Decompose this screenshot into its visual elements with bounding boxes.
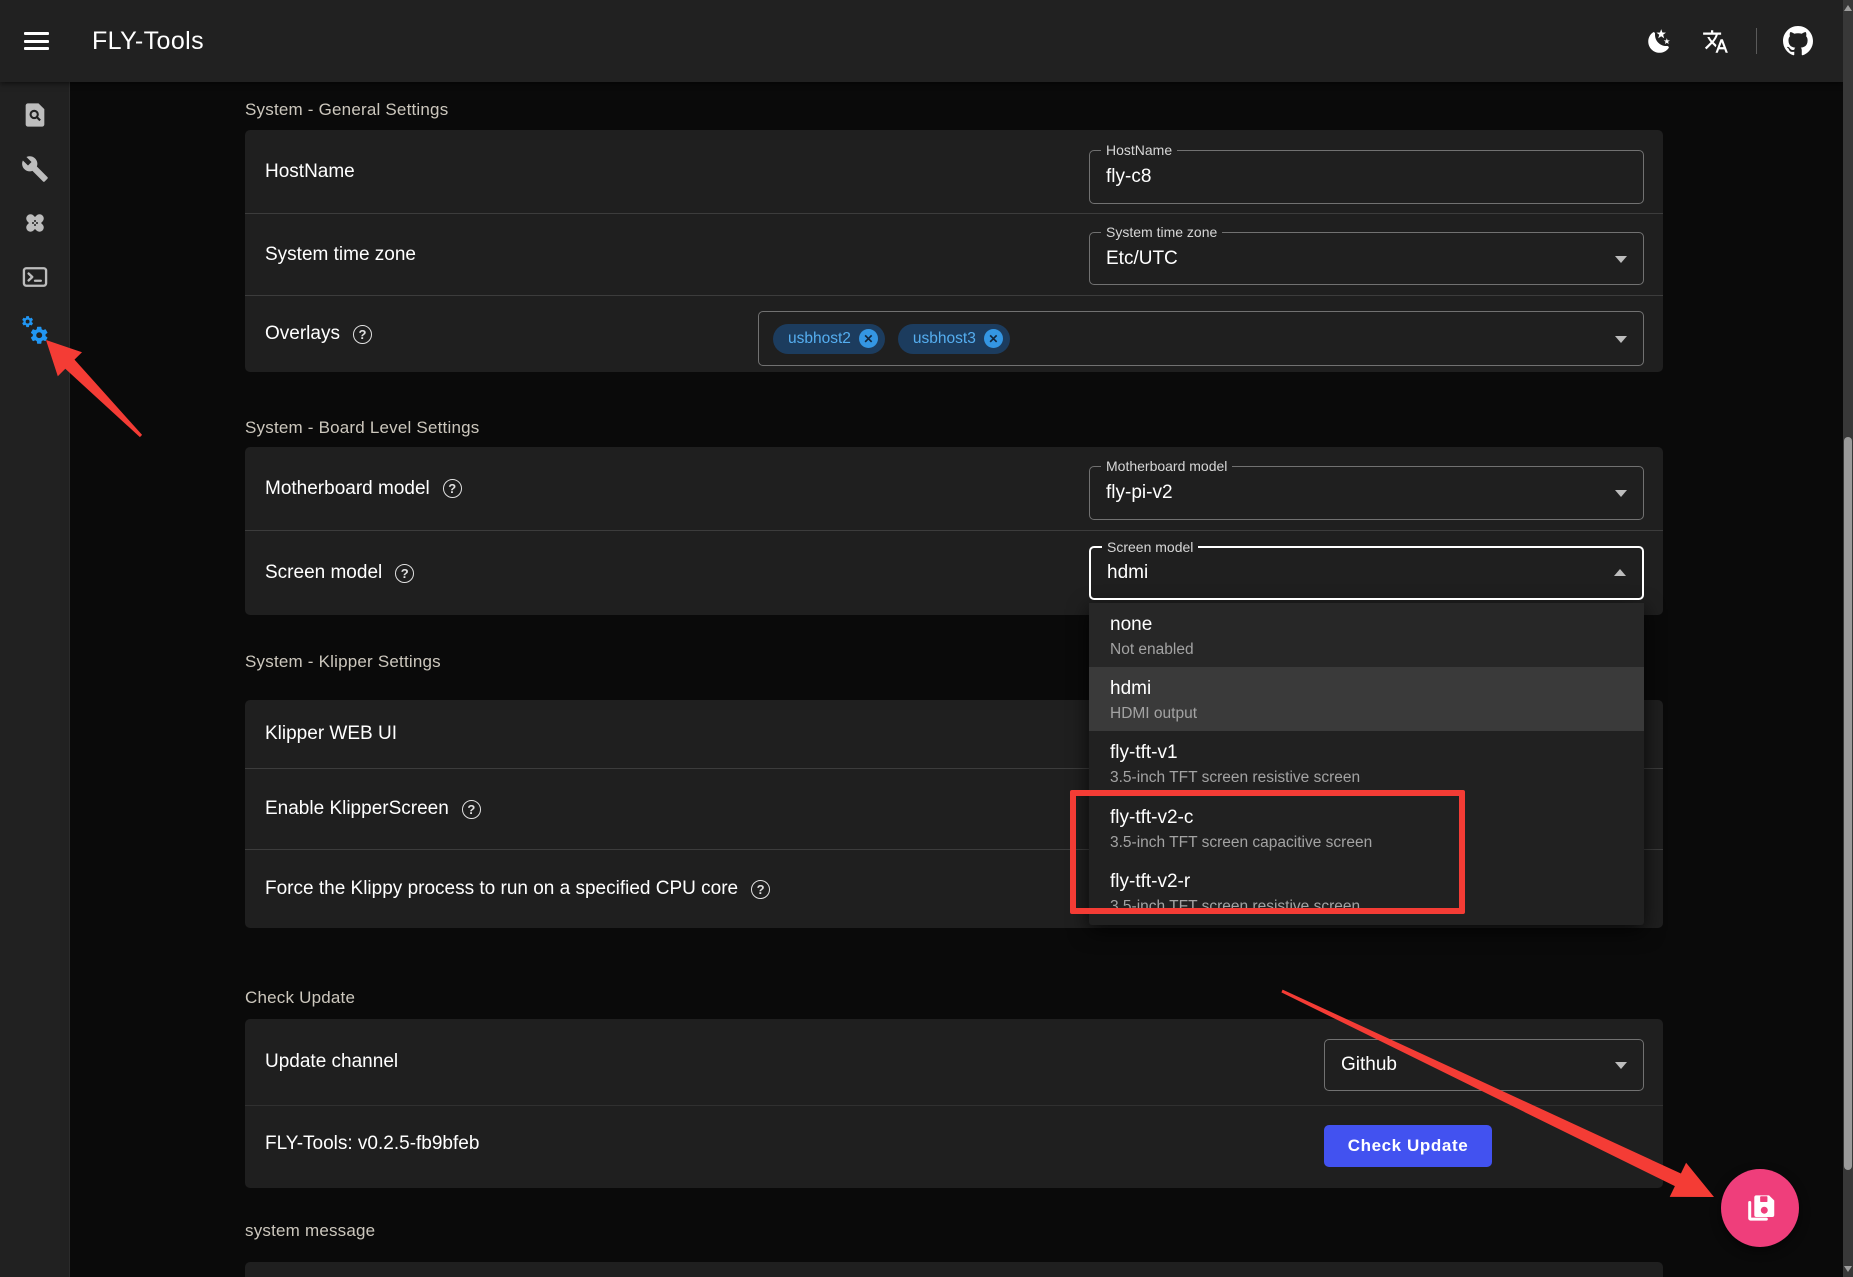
option-hdmi-selected[interactable]: hdmi HDMI output [1089,667,1644,731]
section-heading-system-message: system message [245,1221,375,1241]
motherboard-help-icon[interactable] [443,479,462,498]
translate-icon[interactable] [1700,26,1730,56]
screen-help-icon[interactable] [395,564,414,583]
menu-icon[interactable] [24,32,49,50]
overlays-help-icon[interactable] [353,325,372,344]
save-all-icon [1741,1189,1779,1227]
section-heading-general: System - General Settings [245,100,448,120]
app-bar: FLY-Tools [0,0,1843,82]
chip-close-icon[interactable] [984,329,1003,348]
section-heading-board: System - Board Level Settings [245,418,479,438]
screen-field-label: Screen model [1102,539,1198,556]
motherboard-value: fly-pi-v2 [1106,482,1173,504]
chevron-down-icon [1615,256,1627,263]
motherboard-field-label: Motherboard model [1101,458,1232,475]
update-channel-select[interactable]: Github [1324,1039,1644,1091]
dark-mode-moon-icon[interactable] [1644,26,1674,56]
fly-tools-settings-page: FLY-Tools [0,0,1853,1277]
update-channel-value: Github [1341,1054,1397,1076]
chip-close-icon[interactable] [859,329,878,348]
section-heading-klipper: System - Klipper Settings [245,652,441,672]
sidebar-item-patches[interactable] [0,196,70,250]
app-title: FLY-Tools [92,27,204,56]
row-divider [245,1105,1663,1106]
sidebar-nav [0,82,70,1277]
timezone-row-label: System time zone [265,244,416,266]
option-fly-tft-v1[interactable]: fly-tft-v1 3.5-inch TFT screen resistive… [1089,731,1644,796]
overlay-chip[interactable]: usbhost2 [773,324,885,354]
chevron-down-icon [1615,1062,1627,1069]
motherboard-row-label: Motherboard model [265,478,462,500]
klipperscreen-row-label: Enable KlipperScreen [265,798,481,820]
scrollbar-thumb[interactable] [1844,437,1852,1170]
hostname-row-label: HostName [265,161,355,183]
screen-row-label: Screen model [265,562,414,584]
section-heading-update: Check Update [245,988,355,1008]
sidebar-item-file-search[interactable] [0,88,70,142]
motherboard-select[interactable]: Motherboard model fly-pi-v2 [1089,466,1644,520]
scrollbar-up-arrow[interactable] [1844,5,1852,11]
screen-model-dropdown-menu: none Not enabled hdmi HDMI output fly-tf… [1089,603,1644,925]
hostname-field-label: HostName [1101,142,1177,159]
timezone-field-label: System time zone [1101,224,1222,241]
overlays-chips-input[interactable]: usbhost2 usbhost3 [758,311,1644,366]
chevron-up-icon [1614,569,1626,576]
card-system-message [245,1262,1663,1277]
option-none[interactable]: none Not enabled [1089,603,1644,667]
check-update-button[interactable]: Check Update [1324,1125,1492,1167]
overlays-row-label: Overlays [265,323,372,345]
overlay-chip[interactable]: usbhost3 [898,324,1010,354]
screen-value: hdmi [1107,562,1148,584]
hostname-value: fly-c8 [1106,166,1151,188]
scrollbar-down-arrow[interactable] [1844,1266,1852,1272]
hostname-input[interactable]: HostName fly-c8 [1089,150,1644,204]
klippy-cpu-help-icon[interactable] [751,880,770,899]
chevron-down-icon [1615,490,1627,497]
timezone-value: Etc/UTC [1106,248,1178,270]
chevron-down-icon [1615,336,1627,343]
page-scrollbar[interactable] [1843,0,1853,1277]
option-fly-tft-v2-r[interactable]: fly-tft-v2-r 3.5-inch TFT screen resisti… [1089,860,1644,925]
sidebar-item-tools[interactable] [0,142,70,196]
sidebar-item-system-settings[interactable] [0,304,70,358]
screen-model-select[interactable]: Screen model hdmi [1089,546,1644,600]
option-fly-tft-v2-c[interactable]: fly-tft-v2-c 3.5-inch TFT screen capacit… [1089,796,1644,860]
save-all-fab-button[interactable] [1721,1169,1799,1247]
github-icon[interactable] [1783,26,1813,56]
appbar-divider [1756,28,1757,54]
fly-tools-version-text: FLY-Tools: v0.2.5-fb9bfeb [265,1133,479,1155]
sidebar-item-terminal[interactable] [0,250,70,304]
timezone-select[interactable]: System time zone Etc/UTC [1089,232,1644,285]
klipperscreen-help-icon[interactable] [462,800,481,819]
klippy-cpu-row-label: Force the Klippy process to run on a spe… [265,878,770,900]
